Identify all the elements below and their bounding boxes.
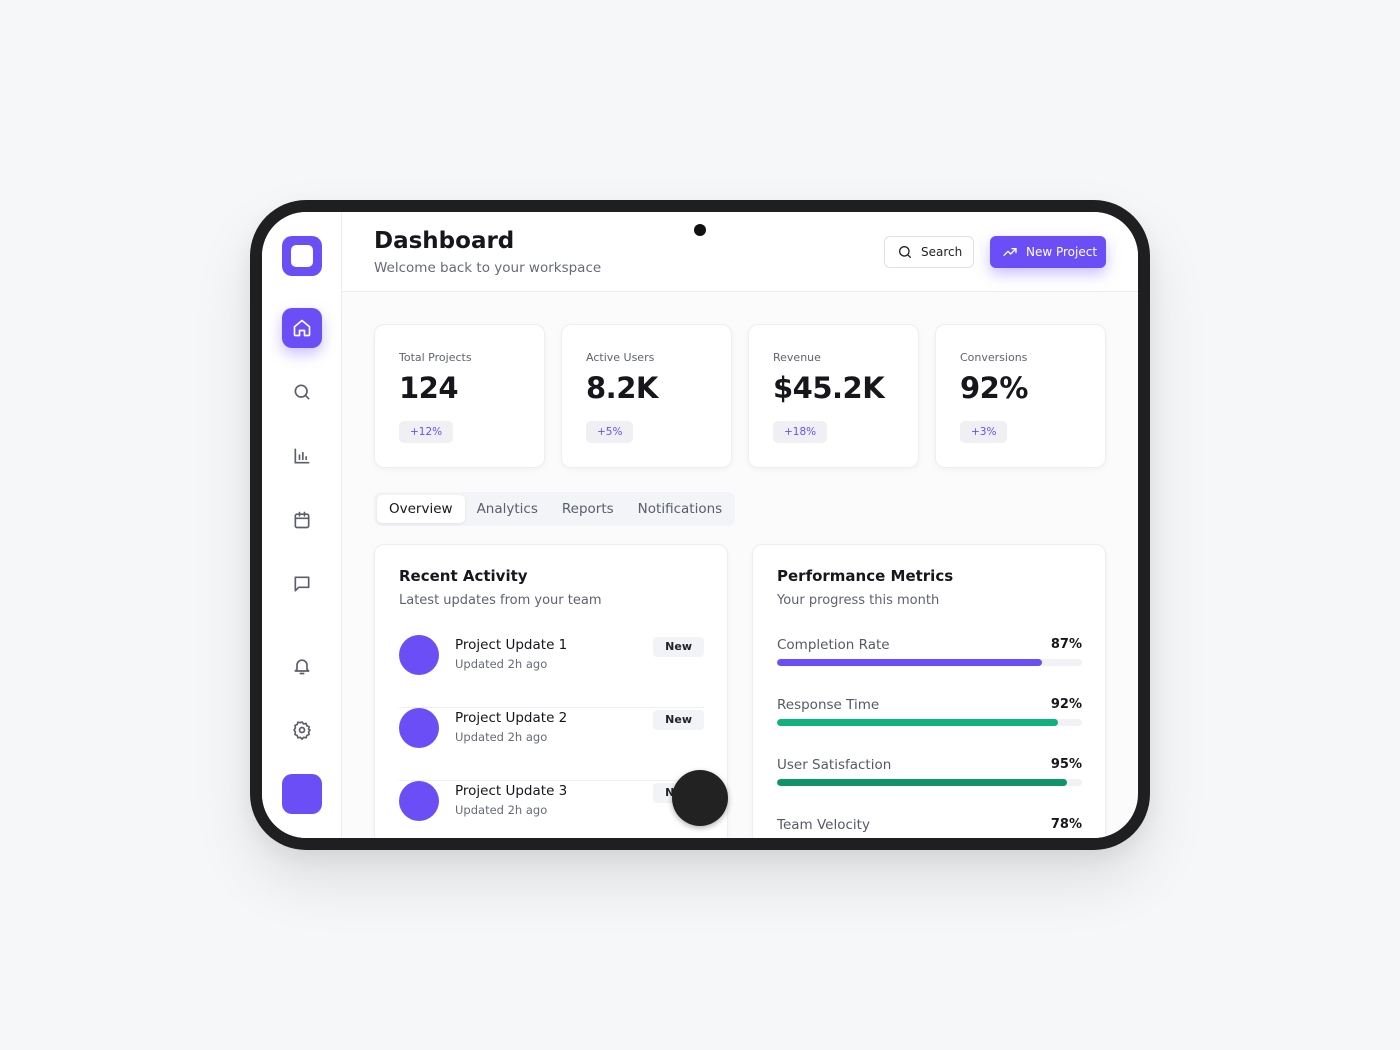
stat-value: 92%	[960, 371, 1028, 405]
metric-response-time: Response Time 92%	[777, 697, 1082, 737]
sidebar-item-search[interactable]	[282, 372, 322, 412]
progress-track	[777, 779, 1082, 786]
activity-title: Project Update 1	[455, 637, 568, 653]
page-subtitle: Welcome back to your workspace	[374, 260, 602, 276]
progress-fill	[777, 779, 1067, 786]
sidebar-item-analytics[interactable]	[282, 436, 322, 476]
stat-change-badge: +5%	[586, 421, 634, 443]
search-button-label: Search	[921, 245, 963, 259]
home-icon	[293, 319, 311, 337]
tab-bar: Overview Analytics Reports Notifications	[374, 492, 735, 526]
gear-icon	[293, 721, 311, 740]
stat-change-badge: +18%	[773, 421, 828, 443]
panel-title: Recent Activity	[399, 567, 528, 585]
progress-fill	[777, 719, 1058, 726]
new-project-label: New Project	[1026, 245, 1098, 259]
panel-title: Performance Metrics	[777, 567, 954, 585]
bar-chart-icon	[294, 448, 310, 464]
stat-card-total-projects: Total Projects 124 +12%	[374, 324, 545, 468]
bell-icon	[294, 659, 310, 675]
activity-title: Project Update 3	[455, 783, 568, 799]
progress-track	[777, 719, 1082, 726]
device-home-button[interactable]	[672, 770, 728, 826]
page-header: Dashboard Welcome back to your workspace…	[342, 212, 1138, 292]
avatar	[399, 635, 439, 675]
stat-card-revenue: Revenue $45.2K +18%	[748, 324, 919, 468]
progress-fill	[777, 659, 1043, 666]
stat-label: Revenue	[773, 351, 821, 364]
panel-subtitle: Your progress this month	[777, 593, 940, 608]
activity-title: Project Update 2	[455, 710, 568, 726]
stat-label: Active Users	[586, 351, 655, 364]
stat-change-badge: +3%	[960, 421, 1008, 443]
status-badge: New	[653, 637, 704, 657]
tab-reports[interactable]: Reports	[550, 495, 626, 523]
message-icon	[294, 576, 310, 592]
sidebar-item-messages[interactable]	[282, 564, 322, 604]
panel-subtitle: Latest updates from your team	[399, 593, 602, 608]
stat-card-active-users: Active Users 8.2K +5%	[561, 324, 732, 468]
activity-time: Updated 2h ago	[455, 657, 548, 671]
stat-card-conversions: Conversions 92% +3%	[935, 324, 1106, 468]
metric-completion-rate: Completion Rate 87%	[777, 637, 1082, 677]
tablet-screen: Dashboard Welcome back to your workspace…	[262, 212, 1138, 838]
metric-label: Completion Rate	[777, 637, 890, 653]
stat-label: Conversions	[960, 351, 1028, 364]
metric-label: User Satisfaction	[777, 757, 892, 773]
search-button[interactable]: Search	[884, 236, 974, 268]
activity-time: Updated 2h ago	[455, 730, 548, 744]
stat-value: 8.2K	[586, 371, 658, 405]
tab-analytics[interactable]: Analytics	[465, 495, 550, 523]
metric-label: Response Time	[777, 697, 880, 713]
tab-overview[interactable]: Overview	[377, 495, 465, 523]
trending-up-icon	[1003, 248, 1017, 256]
stat-value: $45.2K	[773, 371, 885, 405]
page-title: Dashboard	[374, 228, 515, 254]
app-logo[interactable]	[282, 236, 322, 276]
metric-label: Team Velocity	[777, 817, 870, 833]
new-project-button[interactable]: New Project	[990, 236, 1106, 268]
metric-value: 78%	[1050, 817, 1082, 832]
metric-value: 87%	[1050, 637, 1082, 652]
stat-change-badge: +12%	[399, 421, 454, 443]
performance-metrics-panel: Performance Metrics Your progress this m…	[752, 544, 1106, 838]
list-item[interactable]: Project Update 2 Updated 2h ago New	[399, 708, 704, 781]
tab-notifications[interactable]: Notifications	[626, 495, 735, 523]
metric-value: 95%	[1050, 757, 1082, 772]
sidebar-item-notifications[interactable]	[282, 646, 322, 686]
progress-track	[777, 659, 1082, 666]
camera-dot	[694, 224, 706, 236]
metric-team-velocity: Team Velocity 78%	[777, 817, 1082, 838]
avatar	[399, 781, 439, 821]
status-badge: New	[653, 710, 704, 730]
stat-label: Total Projects	[399, 351, 472, 364]
sidebar-item-calendar[interactable]	[282, 500, 322, 540]
sidebar	[262, 212, 342, 838]
tablet-frame: Dashboard Welcome back to your workspace…	[250, 200, 1150, 850]
metric-value: 92%	[1050, 697, 1082, 712]
avatar	[399, 708, 439, 748]
stat-value: 124	[399, 371, 459, 405]
user-avatar[interactable]	[282, 774, 322, 814]
search-icon	[294, 384, 310, 400]
search-icon	[899, 246, 911, 258]
sidebar-item-home[interactable]	[282, 308, 322, 348]
list-item[interactable]: Project Update 1 Updated 2h ago New	[399, 635, 704, 708]
calendar-icon	[294, 511, 310, 529]
sidebar-item-settings[interactable]	[282, 710, 322, 750]
activity-time: Updated 2h ago	[455, 803, 548, 817]
list-item[interactable]: Project Update 3 Updated 2h ago New	[399, 781, 704, 838]
metric-user-satisfaction: User Satisfaction 95%	[777, 757, 1082, 797]
